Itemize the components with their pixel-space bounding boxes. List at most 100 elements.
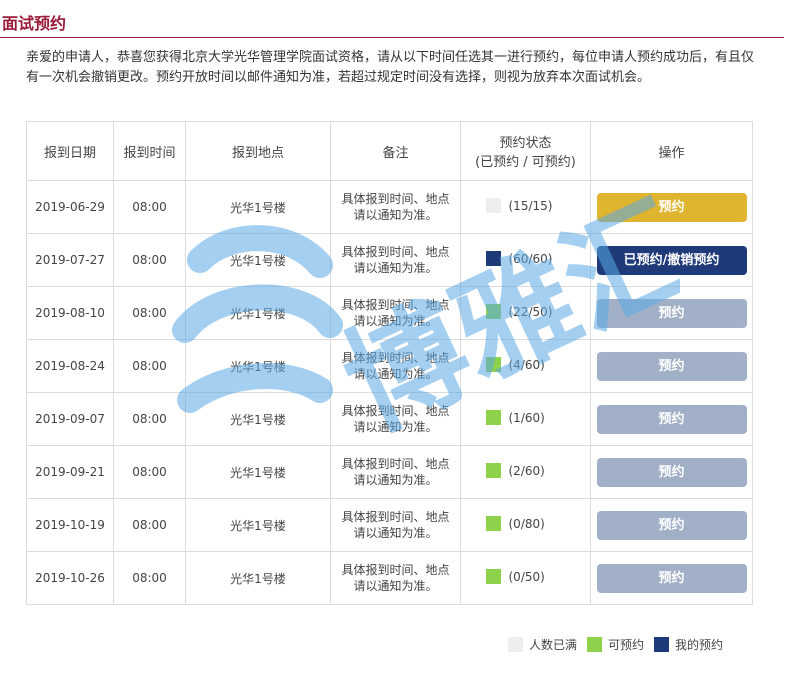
cell-note: 具体报到时间、地点 请以通知为准。 [330,233,461,287]
cell-action: 已预约/撤销预约 [590,233,753,287]
header-note: 备注 [330,121,461,181]
interview-table: 报到日期 报到时间 报到地点 备注 预约状态 (已预约 / 可预约) 操作 20… [26,121,753,605]
note-line1: 具体报到时间、地点 [341,351,450,365]
status-count: (4/60) [508,357,545,372]
cell-action: 预约 [590,445,753,499]
status-swatch [485,463,501,478]
status-count: (15/15) [508,198,553,213]
cell-status: (0/80) [460,498,591,552]
cell-place: 光华1号楼 [185,392,331,446]
cell-action: 预约 [590,498,753,552]
status-count: (60/60) [508,251,553,266]
note-line2: 请以通知为准。 [353,208,438,222]
table-header-row: 报到日期 报到时间 报到地点 备注 预约状态 (已预约 / 可预约) 操作 [26,121,753,181]
cell-time: 08:00 [113,498,186,552]
note-line2: 请以通知为准。 [353,261,438,275]
status-swatch [485,251,501,266]
cell-time: 08:00 [113,339,186,393]
header-time: 报到时间 [113,121,186,181]
cell-place: 光华1号楼 [185,551,331,605]
cell-note: 具体报到时间、地点 请以通知为准。 [330,445,461,499]
note-line1: 具体报到时间、地点 [341,404,450,418]
header-place: 报到地点 [185,121,331,181]
cell-date: 2019-09-07 [26,392,114,446]
table-row: 2019-10-19 08:00 光华1号楼 具体报到时间、地点 请以通知为准。 (0/8… [26,498,753,552]
cell-time: 08:00 [113,445,186,499]
cell-place: 光华1号楼 [185,339,331,393]
table-row: 2019-07-27 08:00 光华1号楼 具体报到时间、地点 请以通知为准。 (60/… [26,233,753,287]
note-line1: 具体报到时间、地点 [341,510,450,524]
legend: 人数已满 可预约 我的预约 [508,636,733,653]
cell-place: 光华1号楼 [185,233,331,287]
cell-date: 2019-08-24 [26,339,114,393]
note-line2: 请以通知为准。 [353,473,438,487]
cell-time: 08:00 [113,233,186,287]
reserve-button[interactable]: 预约 [596,510,747,540]
cell-status: (2/60) [460,445,591,499]
table-row: 2019-08-24 08:00 光华1号楼 具体报到时间、地点 请以通知为准。 (4/6… [26,339,753,393]
reserve-button[interactable]: 预约 [596,457,747,487]
cell-place: 光华1号楼 [185,286,331,340]
cell-action: 预约 [590,551,753,605]
legend-full-label: 人数已满 [529,638,578,652]
header-status-line1: 预约状态 [499,136,552,151]
cell-date: 2019-07-27 [26,233,114,287]
note-line1: 具体报到时间、地点 [341,457,450,471]
reserve-button[interactable]: 预约 [596,298,747,328]
note-line1: 具体报到时间、地点 [341,563,450,577]
status-count: (0/50) [508,569,545,584]
cell-action: 预约 [590,392,753,446]
note-line2: 请以通知为准。 [353,579,438,593]
cell-date: 2019-10-19 [26,498,114,552]
page-header: 面试预约 [0,0,784,38]
header-status-line2: (已预约 / 可预约) [475,155,576,170]
status-swatch [485,198,501,213]
table-row: 2019-08-10 08:00 光华1号楼 具体报到时间、地点 请以通知为准。 (22/… [26,286,753,340]
cell-status: (60/60) [460,233,591,287]
cell-status: (22/50) [460,286,591,340]
cell-time: 08:00 [113,392,186,446]
table-row: 2019-09-07 08:00 光华1号楼 具体报到时间、地点 请以通知为准。 (1/6… [26,392,753,446]
reserve-button[interactable]: 预约 [596,351,747,381]
cell-place: 光华1号楼 [185,445,331,499]
status-swatch [485,569,501,584]
cell-note: 具体报到时间、地点 请以通知为准。 [330,286,461,340]
cell-note: 具体报到时间、地点 请以通知为准。 [330,392,461,446]
reserve-button[interactable]: 预约 [596,404,747,434]
note-line2: 请以通知为准。 [353,367,438,381]
cell-action: 预约 [590,286,753,340]
cell-status: (15/15) [460,180,591,234]
cell-place: 光华1号楼 [185,180,331,234]
status-swatch [485,410,501,425]
header-action: 操作 [590,121,753,181]
cell-date: 2019-08-10 [26,286,114,340]
cell-date: 2019-06-29 [26,180,114,234]
reserve-button[interactable]: 预约 [596,192,747,222]
cell-note: 具体报到时间、地点 请以通知为准。 [330,339,461,393]
intro-text: 亲爱的申请人，恭喜您获得北京大学光华管理学院面试资格，请从以下时间任选其一进行预… [26,50,755,85]
table-row: 2019-09-21 08:00 光华1号楼 具体报到时间、地点 请以通知为准。 (2/6… [26,445,753,499]
cell-time: 08:00 [113,180,186,234]
reserve-button[interactable]: 已预约/撤销预约 [596,245,747,275]
legend-mine-swatch [654,637,670,652]
cell-note: 具体报到时间、地点 请以通知为准。 [330,180,461,234]
table-row: 2019-10-26 08:00 光华1号楼 具体报到时间、地点 请以通知为准。 (0/5… [26,551,753,605]
note-line1: 具体报到时间、地点 [341,192,450,206]
cell-action: 预约 [590,180,753,234]
note-line2: 请以通知为准。 [353,420,438,434]
legend-mine-label: 我的预约 [675,638,724,652]
page-title: 面试预约 [2,14,67,33]
note-line1: 具体报到时间、地点 [341,245,450,259]
cell-time: 08:00 [113,551,186,605]
cell-status: (4/60) [460,339,591,393]
status-swatch [485,516,501,531]
reserve-button[interactable]: 预约 [596,563,747,593]
status-count: (2/60) [508,463,545,478]
status-count: (0/80) [508,516,545,531]
legend-available-label: 可预约 [608,638,645,652]
status-count: (1/60) [508,410,545,425]
header-status: 预约状态 (已预约 / 可预约) [460,121,591,181]
header-date: 报到日期 [26,121,114,181]
cell-date: 2019-10-26 [26,551,114,605]
cell-date: 2019-09-21 [26,445,114,499]
